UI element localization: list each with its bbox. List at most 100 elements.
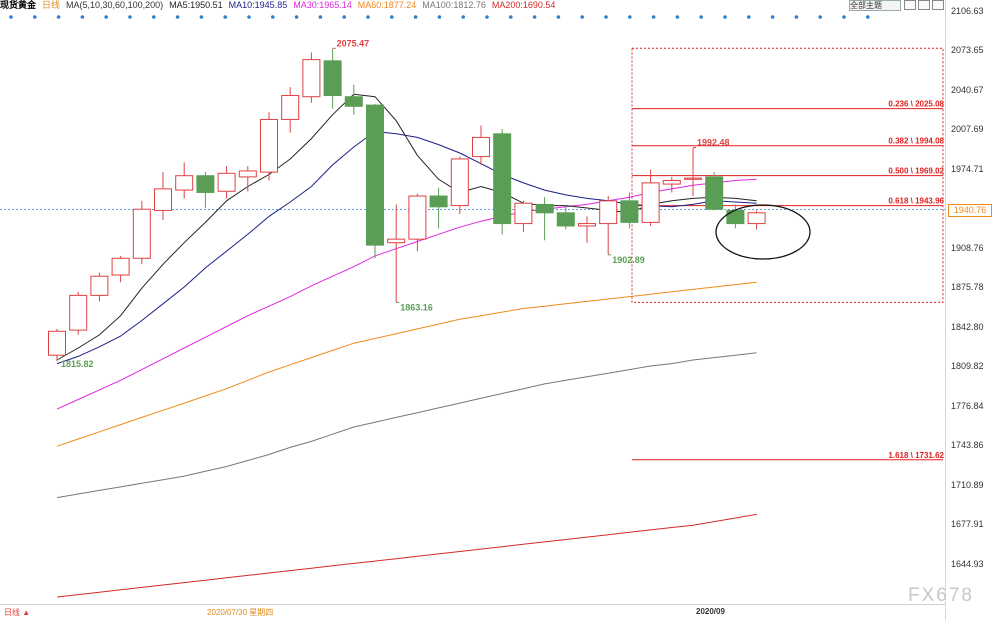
price-tick-label: 1743.86 [951,440,984,451]
marker-dot [818,15,822,19]
candle-down [344,96,363,107]
marker-dot [80,15,85,19]
candle-up [48,330,66,356]
marker-dot [485,15,489,19]
marker-dot [794,15,799,19]
theme-dropdown-button[interactable]: 全部主题 [849,0,901,11]
toolbar-icon-3[interactable] [932,0,944,10]
fib-level-label: 0.382 \ 1994.08 [888,137,944,146]
price-tick-label: 1809.82 [951,361,984,372]
candle-up [111,257,130,276]
price-tick-label: 2007.69 [951,124,984,135]
price-axis: 2106.632073.652040.672007.691974.711941.… [945,0,1000,620]
marker-dot [390,15,394,19]
marker-dot [175,15,180,19]
period-selector[interactable]: 日线 ▲ [4,607,30,618]
indicator-header: 现货黄金 日线 MA(5,10,30,60,100,200) MA5:1950.51 M… [0,0,945,10]
price-tick-label: 1710.89 [951,479,984,490]
month-label: 2020/09 [696,607,725,616]
period-label[interactable]: 日线 [42,0,60,10]
price-tick-label: 1908.76 [951,242,984,253]
marker-dot [770,15,775,19]
candle-up [175,175,194,191]
candle-up [387,238,406,244]
toolbar-icon-2[interactable] [918,0,930,10]
marker-dot [413,15,418,19]
marker-dot [675,15,680,19]
marker-dot [699,15,703,19]
price-tick-label: 1677.91 [951,519,984,530]
fib-level-label: 0.618 \ 1943.96 [888,197,944,206]
marker-dot [318,15,323,19]
marker-dot [271,15,275,19]
candle-up [747,212,766,225]
ma5-line [56,93,757,361]
candle-up [154,188,172,211]
marker-dot [342,15,347,19]
candle-up [238,170,257,178]
ma200-line [56,513,757,598]
candlestick-chart[interactable]: 0.236 \ 2025.08 0.382 \ 1994.08 0.500 \ 19… [0,0,945,604]
ma100-value: MA100:1812.76 [422,0,486,10]
ma-spec: MA(5,10,30,60,100,200) [66,0,164,10]
marker-dot [9,15,13,19]
price-annotation: 1902.89 [612,255,645,265]
candle-up [281,95,300,120]
marker-dot [866,15,870,19]
ma10-value: MA10:1945.85 [228,0,288,10]
marker-dot [152,15,156,19]
marker-dot [509,15,513,19]
ma30-value: MA30:1965.14 [293,0,352,10]
toolbar-icon-1[interactable] [904,0,916,10]
candle-up [450,158,469,207]
price-tick-label: 1776.84 [951,400,984,411]
candle-up [684,177,702,180]
marker-dot [532,15,537,19]
candle-down [323,60,342,97]
current-price-tag: 1940.76 [948,203,992,217]
marker-dot [461,15,466,19]
fib-level-label: 0.500 \ 1969.02 [888,167,944,176]
marker-dot [104,15,108,19]
candle-up [599,200,618,225]
instrument-name: 现货黄金 [0,0,37,10]
candle-down [535,203,554,214]
candle-up [472,136,490,158]
candle-up [408,195,427,240]
marker-dot [556,15,561,19]
watermark-logo: FX678 [908,585,974,606]
marker-dot [128,15,132,19]
marker-dot [199,15,204,19]
marker-dot [842,15,846,19]
price-tick-label: 2040.67 [951,84,984,95]
candle-up [90,275,109,296]
candle-up [578,223,596,227]
marker-dot [223,15,227,19]
marker-dot [580,15,584,19]
price-tick-label: 1644.93 [951,558,984,569]
price-tick-label: 2106.63 [951,6,984,16]
marker-dot [651,15,656,19]
marker-dot [628,15,632,19]
candle-up [69,294,88,331]
candle-down [556,212,575,227]
marker-dot [247,15,251,19]
price-annotation: 1992.48 [697,138,730,148]
fib-level-label: 1.618 \ 1731.62 [888,451,944,460]
price-tick-label: 2073.65 [951,45,984,56]
candle-up [260,118,278,173]
candle-up [132,208,151,259]
marker-dot [366,15,370,19]
price-tick-label: 1974.71 [951,163,984,174]
candle-down [620,200,639,223]
marker-dot [723,15,727,19]
candle-up [514,202,533,225]
candle-up [217,172,236,192]
ma100-line [56,352,757,499]
ma200-value: MA200:1690.54 [491,0,556,10]
price-tick-label: 1875.78 [951,282,984,293]
candle-down [366,104,384,246]
candle-up [662,179,681,185]
ma60-value: MA60:1877.24 [357,0,417,10]
price-annotation: 1863.16 [400,302,433,312]
